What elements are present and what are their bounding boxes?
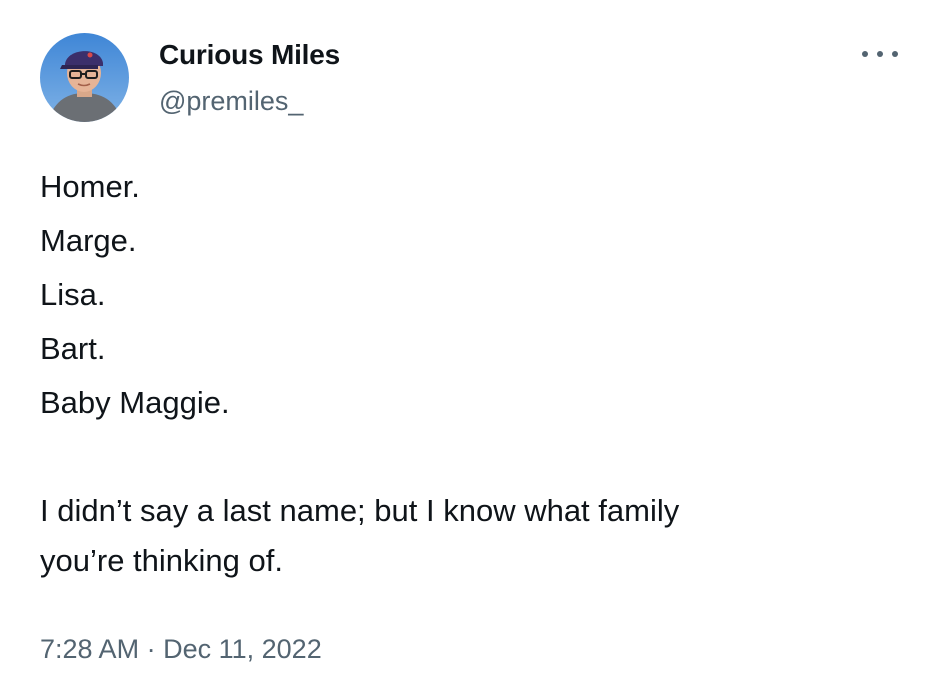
more-dot xyxy=(877,51,883,57)
tweet-paragraph-line: I didn’t say a last name; but I know wha… xyxy=(40,493,680,528)
tweet-time: 7:28 AM xyxy=(40,634,140,664)
tweet-line: Lisa. xyxy=(40,277,106,312)
tweet-text: Homer. Marge. Lisa. Bart. Baby Maggie. I… xyxy=(40,160,679,586)
tweet-paragraph-line: you’re thinking of. xyxy=(40,543,283,578)
author-display-name[interactable]: Curious Miles xyxy=(159,38,340,72)
tweet-date: Dec 11, 2022 xyxy=(163,634,322,664)
more-horizontal-icon[interactable] xyxy=(862,44,898,64)
tweet-line: Bart. xyxy=(40,331,106,366)
more-dot xyxy=(862,51,868,57)
avatar-photo xyxy=(40,33,129,122)
author-handle[interactable]: @premiles_ xyxy=(159,85,303,117)
tweet-line: Marge. xyxy=(40,223,137,258)
meta-separator: · xyxy=(146,634,156,664)
avatar[interactable] xyxy=(40,33,129,122)
more-dot xyxy=(892,51,898,57)
tweet-timestamp[interactable]: 7:28 AM · Dec 11, 2022 xyxy=(40,632,322,666)
tweet-card: Curious Miles @premiles_ Homer. Marge. L… xyxy=(0,0,941,699)
tweet-line: Homer. xyxy=(40,169,140,204)
tweet-line: Baby Maggie. xyxy=(40,385,230,420)
